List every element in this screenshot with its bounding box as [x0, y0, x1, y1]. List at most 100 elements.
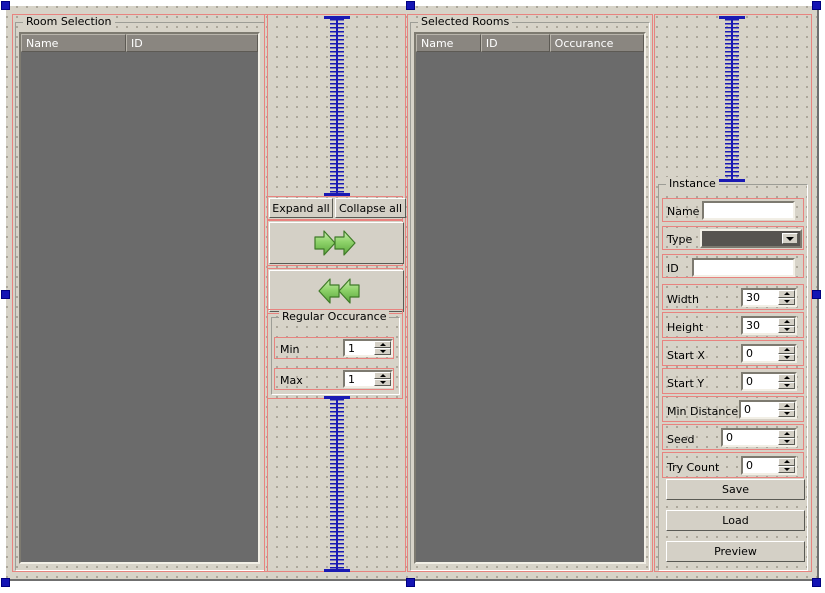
- preview-button-label: Preview: [714, 545, 757, 558]
- max-occurance-value[interactable]: 1: [348, 372, 373, 386]
- instance-mindistance-steppers[interactable]: [778, 402, 795, 417]
- instance-seed-value[interactable]: 0: [726, 430, 777, 445]
- room-selection-table-body[interactable]: [21, 52, 258, 562]
- expand-all-label: Expand all: [272, 201, 330, 215]
- resize-handle-bottom-left[interactable]: [1, 578, 10, 587]
- instance-mindistance-label: Min Distance: [667, 405, 739, 418]
- instance-startx-spinbox[interactable]: 0: [741, 344, 797, 363]
- resize-handle-middle-right[interactable]: [812, 290, 821, 299]
- instance-starty-increment[interactable]: [778, 374, 795, 382]
- instance-starty-value[interactable]: 0: [746, 374, 777, 389]
- instance-starty-spinbox[interactable]: 0: [741, 372, 797, 391]
- instance-name-label: Name: [667, 205, 700, 218]
- instance-height-steppers[interactable]: [778, 318, 795, 333]
- instance-height-increment[interactable]: [778, 318, 795, 326]
- min-occurance-spinbox[interactable]: 1: [343, 339, 393, 357]
- column-header-name[interactable]: Name: [21, 34, 126, 52]
- save-button[interactable]: Save: [666, 479, 805, 500]
- load-button[interactable]: Load: [666, 510, 805, 531]
- instance-height-value[interactable]: 30: [746, 318, 777, 333]
- instance-width-label: Width: [667, 293, 699, 306]
- max-occurance-steppers[interactable]: [374, 372, 391, 386]
- green-double-arrow-right-icon: [313, 230, 356, 256]
- save-button-label: Save: [721, 483, 749, 496]
- column-header-id[interactable]: ID: [480, 34, 550, 52]
- instance-mindistance-spinbox[interactable]: 0: [739, 400, 797, 419]
- instance-type-combobox[interactable]: [700, 229, 802, 248]
- instance-startx-label: Start X: [667, 349, 705, 362]
- column-header-id[interactable]: ID: [126, 34, 258, 52]
- instance-trycount-spinbox[interactable]: 0: [741, 456, 797, 475]
- instance-width-decrement[interactable]: [778, 297, 795, 305]
- instance-trycount-increment[interactable]: [778, 458, 795, 466]
- resize-handle-bottom-center[interactable]: [406, 578, 415, 587]
- selected-rooms-table-header: Name ID Occurance: [416, 34, 644, 52]
- instance-id-label: ID: [667, 262, 679, 275]
- min-occurance-value[interactable]: 1: [348, 341, 373, 355]
- min-occurance-decrement[interactable]: [374, 348, 391, 355]
- instance-startx-increment[interactable]: [778, 346, 795, 354]
- min-label: Min: [280, 343, 300, 356]
- designer-canvas[interactable]: Room Selection Name ID Expand all Collap…: [6, 6, 819, 581]
- instance-id-input[interactable]: [692, 258, 795, 277]
- expand-all-button[interactable]: Expand all: [269, 198, 333, 218]
- instance-startx-decrement[interactable]: [778, 353, 795, 361]
- instance-width-steppers[interactable]: [778, 290, 795, 305]
- instance-trycount-decrement[interactable]: [778, 465, 795, 473]
- max-label: Max: [280, 374, 303, 387]
- collapse-all-button[interactable]: Collapse all: [335, 198, 406, 218]
- instance-seed-label: Seed: [667, 433, 695, 446]
- instance-width-spinbox[interactable]: 30: [741, 288, 797, 307]
- instance-width-increment[interactable]: [778, 290, 795, 298]
- instance-starty-label: Start Y: [667, 377, 705, 390]
- instance-starty-decrement[interactable]: [778, 381, 795, 389]
- regular-occurance-group-title: Regular Occurance: [279, 310, 390, 323]
- resize-handle-bottom-right[interactable]: [812, 578, 821, 587]
- min-occurance-increment[interactable]: [374, 341, 391, 348]
- min-occurance-steppers[interactable]: [374, 341, 391, 355]
- instance-height-label: Height: [667, 321, 704, 334]
- selected-rooms-table-body[interactable]: [416, 52, 644, 562]
- instance-width-value[interactable]: 30: [746, 290, 777, 305]
- instance-startx-steppers[interactable]: [778, 346, 795, 361]
- instance-group-title: Instance: [666, 177, 719, 190]
- resize-handle-top-center[interactable]: [406, 1, 415, 10]
- instance-trycount-label: Try Count: [667, 461, 720, 474]
- vertical-spacer-icon-middle-bottom: [324, 396, 350, 572]
- resize-handle-middle-left[interactable]: [1, 290, 10, 299]
- preview-button[interactable]: Preview: [666, 541, 805, 562]
- instance-startx-value[interactable]: 0: [746, 346, 777, 361]
- column-header-occurance[interactable]: Occurance: [549, 34, 644, 52]
- max-occurance-decrement[interactable]: [374, 379, 391, 386]
- instance-seed-increment[interactable]: [778, 430, 795, 438]
- room-selection-table-header: Name ID: [21, 34, 258, 52]
- instance-height-decrement[interactable]: [778, 325, 795, 333]
- instance-trycount-steppers[interactable]: [778, 458, 795, 473]
- collapse-all-label: Collapse all: [338, 201, 403, 215]
- instance-height-spinbox[interactable]: 30: [741, 316, 797, 335]
- instance-seed-decrement[interactable]: [778, 437, 795, 445]
- vertical-spacer-icon-instance-top: [719, 16, 745, 182]
- max-occurance-spinbox[interactable]: 1: [343, 370, 393, 388]
- green-double-arrow-left-icon: [317, 278, 360, 304]
- selected-rooms-group-title: Selected Rooms: [418, 15, 513, 28]
- vertical-spacer-icon-middle-top: [324, 16, 350, 196]
- chevron-down-icon[interactable]: [782, 233, 798, 244]
- room-selection-table[interactable]: Name ID: [19, 32, 260, 564]
- add-room-button[interactable]: [269, 222, 404, 264]
- instance-mindistance-value[interactable]: 0: [744, 402, 777, 417]
- resize-handle-top-left[interactable]: [1, 1, 10, 10]
- max-occurance-increment[interactable]: [374, 372, 391, 379]
- instance-name-input[interactable]: [702, 201, 795, 220]
- instance-seed-steppers[interactable]: [778, 430, 795, 445]
- selected-rooms-table[interactable]: Name ID Occurance: [414, 32, 646, 564]
- instance-mindistance-decrement[interactable]: [778, 409, 795, 417]
- column-header-name[interactable]: Name: [416, 34, 481, 52]
- instance-mindistance-increment[interactable]: [778, 402, 795, 410]
- instance-starty-steppers[interactable]: [778, 374, 795, 389]
- instance-trycount-value[interactable]: 0: [746, 458, 777, 473]
- designer-form-window: Room Selection Name ID Expand all Collap…: [0, 0, 825, 593]
- remove-room-button[interactable]: [269, 270, 404, 312]
- instance-seed-spinbox[interactable]: 0: [721, 428, 797, 447]
- resize-handle-top-right[interactable]: [812, 1, 821, 10]
